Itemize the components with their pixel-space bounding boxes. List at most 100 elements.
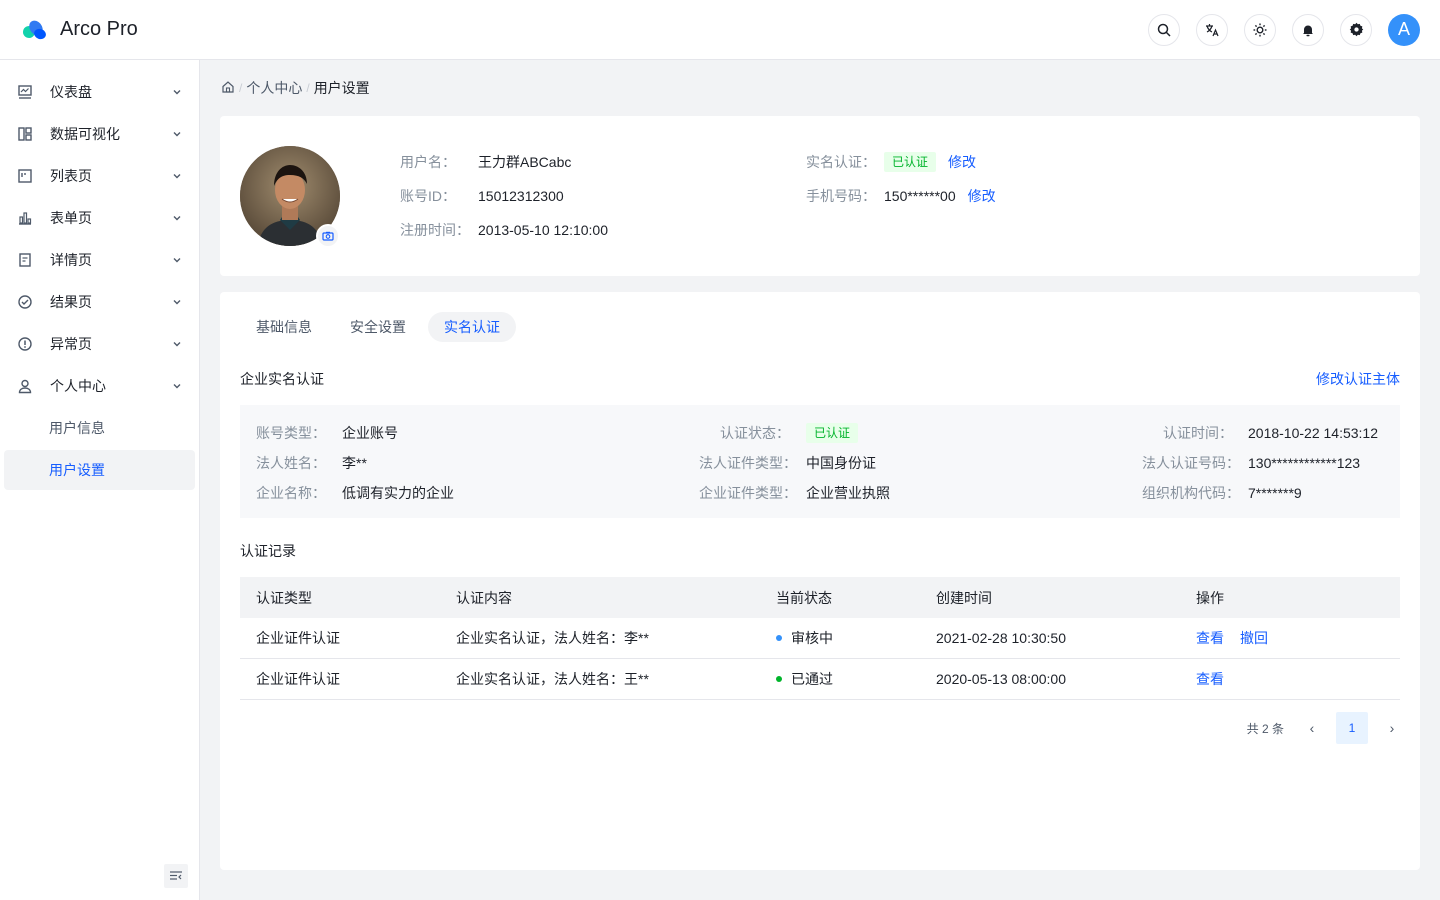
home-icon[interactable] [221, 80, 235, 97]
desc-value: 低调有实力的企业 [342, 485, 454, 501]
sidebar-item-label: 仪表盘 [50, 84, 92, 100]
column-header: 操作 [1196, 589, 1224, 606]
desc-value: 2018-10-22 14:53:12 [1248, 425, 1378, 441]
sidebar-item-label: 数据可视化 [50, 126, 120, 142]
table-header: 认证类型 认证内容 当前状态 创建时间 操作 [240, 577, 1400, 618]
cell-created: 2021-02-28 10:30:50 [936, 630, 1066, 646]
register-time-value: 2013-05-10 12:10:00 [478, 222, 608, 238]
avatar-upload-button[interactable] [316, 224, 340, 248]
top-navbar: Arco Pro A [0, 0, 1440, 60]
theme-button[interactable] [1244, 13, 1276, 46]
list-icon [16, 167, 34, 185]
sidebar-collapse-button[interactable] [164, 864, 188, 888]
chevron-down-icon [171, 254, 183, 266]
tab-security[interactable]: 安全设置 [334, 312, 422, 342]
language-button[interactable] [1196, 13, 1228, 46]
phone-edit-link[interactable]: 修改 [968, 186, 996, 206]
desc-item: 企业证件类型： 企业营业执照 [699, 483, 890, 503]
pagination-total: 共 2 条 [1246, 721, 1284, 736]
sidebar-item-dashboard[interactable]: 仪表盘 [4, 72, 195, 112]
notification-button[interactable] [1292, 13, 1324, 46]
column-header: 创建时间 [936, 589, 992, 606]
breadcrumb-separator: / [239, 81, 243, 95]
edit-subject-link[interactable]: 修改认证主体 [1316, 369, 1400, 389]
page-button[interactable]: 1 [1336, 712, 1368, 744]
desc-item: 企业名称： 低调有实力的企业 [256, 483, 454, 503]
cell-type: 企业证件认证 [256, 630, 340, 646]
cell-content: 企业实名认证，法人姓名：王** [456, 671, 649, 687]
desc-label: 认证状态： [720, 425, 790, 441]
records-section-title: 认证记录 [240, 543, 296, 559]
sidebar-item-label: 详情页 [50, 252, 92, 268]
chevron-down-icon [171, 128, 183, 140]
sidebar-item-user-center[interactable]: 个人中心 [4, 366, 195, 406]
sidebar-subitem-user-info[interactable]: 用户信息 [4, 408, 195, 448]
breadcrumb-item[interactable]: 个人中心 [246, 78, 302, 98]
sidebar-item-form[interactable]: 表单页 [4, 198, 195, 238]
menu-fold-icon [170, 871, 182, 880]
chevron-down-icon [171, 212, 183, 224]
status-text: 审核中 [791, 630, 833, 646]
desc-item: 认证状态： 已认证 [699, 423, 859, 443]
file-icon [16, 251, 34, 269]
user-avatar[interactable]: A [1388, 13, 1420, 46]
view-link[interactable]: 查看 [1196, 669, 1224, 689]
translate-icon [1206, 23, 1219, 36]
next-page-button[interactable]: › [1376, 712, 1408, 744]
breadcrumb-separator: / [306, 81, 310, 95]
view-link[interactable]: 查看 [1196, 628, 1224, 648]
dashboard-icon [16, 83, 34, 101]
prev-page-button[interactable]: ‹ [1296, 712, 1328, 744]
desc-label: 企业名称： [256, 485, 326, 501]
desc-item: 法人认证号码： 130************123 [1142, 453, 1360, 473]
username-row: 用户名： 王力群ABCabc [400, 152, 571, 172]
column-header: 当前状态 [776, 589, 832, 606]
settings-button[interactable] [1340, 13, 1372, 46]
phone-value: 150******00 [884, 188, 956, 204]
realname-row: 实名认证： 已认证 修改 [806, 152, 976, 172]
cell-status: 已通过 [760, 669, 920, 689]
register-time-label: 注册时间： [400, 222, 470, 238]
chevron-down-icon [171, 338, 183, 350]
sidebar: 仪表盘 数据可视化 列表页 表单页 详情页 结果页 异常页 个人中心 用户信息 … [0, 60, 200, 900]
tab-verification[interactable]: 实名认证 [428, 312, 516, 342]
withdraw-link[interactable]: 撤回 [1240, 628, 1268, 648]
username-value: 王力群ABCabc [478, 154, 572, 170]
exclamation-circle-icon [16, 335, 34, 353]
pagination: 共 2 条 ‹ 1 › [1247, 712, 1408, 744]
cell-created: 2020-05-13 08:00:00 [936, 671, 1066, 687]
desc-label: 企业证件类型： [699, 485, 797, 501]
layout-icon [16, 125, 34, 143]
search-icon [1157, 23, 1171, 37]
sidebar-item-result[interactable]: 结果页 [4, 282, 195, 322]
sidebar-item-exception[interactable]: 异常页 [4, 324, 195, 364]
status-dot [776, 676, 782, 682]
logo[interactable]: Arco Pro [20, 18, 138, 41]
sidebar-item-label: 列表页 [50, 168, 92, 184]
desc-label: 账号类型： [256, 425, 326, 441]
realname-status-badge: 已认证 [884, 152, 937, 172]
realname-label: 实名认证： [806, 154, 876, 170]
arco-logo-icon [23, 20, 46, 39]
tab-basic-info[interactable]: 基础信息 [240, 312, 328, 342]
status-dot [776, 635, 782, 641]
desc-label: 法人姓名： [256, 455, 326, 471]
desc-item: 组织机构代码： 7*******9 [1142, 483, 1302, 503]
account-id-row: 账号ID： 15012312300 [400, 186, 564, 206]
sidebar-subitem-user-settings[interactable]: 用户设置 [4, 450, 195, 490]
sidebar-item-profile[interactable]: 详情页 [4, 240, 195, 280]
realname-edit-link[interactable]: 修改 [948, 152, 976, 172]
gear-icon [1349, 22, 1363, 37]
enterprise-section-title: 企业实名认证 [240, 371, 324, 387]
breadcrumb: / 个人中心 / 用户设置 [221, 78, 370, 98]
bell-icon [1303, 25, 1313, 36]
sidebar-item-label: 异常页 [50, 336, 92, 352]
user-icon [16, 377, 34, 395]
sidebar-item-list[interactable]: 列表页 [4, 156, 195, 196]
sidebar-item-visualization[interactable]: 数据可视化 [4, 114, 195, 154]
enterprise-description: 账号类型： 企业账号 法人姓名： 李** 企业名称： 低调有实力的企业 认证状态… [240, 405, 1400, 518]
search-button[interactable] [1148, 13, 1180, 46]
camera-icon [322, 231, 334, 241]
desc-label: 认证时间： [1163, 425, 1233, 441]
table-row: 企业证件认证 企业实名认证，法人姓名：王** 已通过 2020-05-13 08… [240, 659, 1400, 700]
